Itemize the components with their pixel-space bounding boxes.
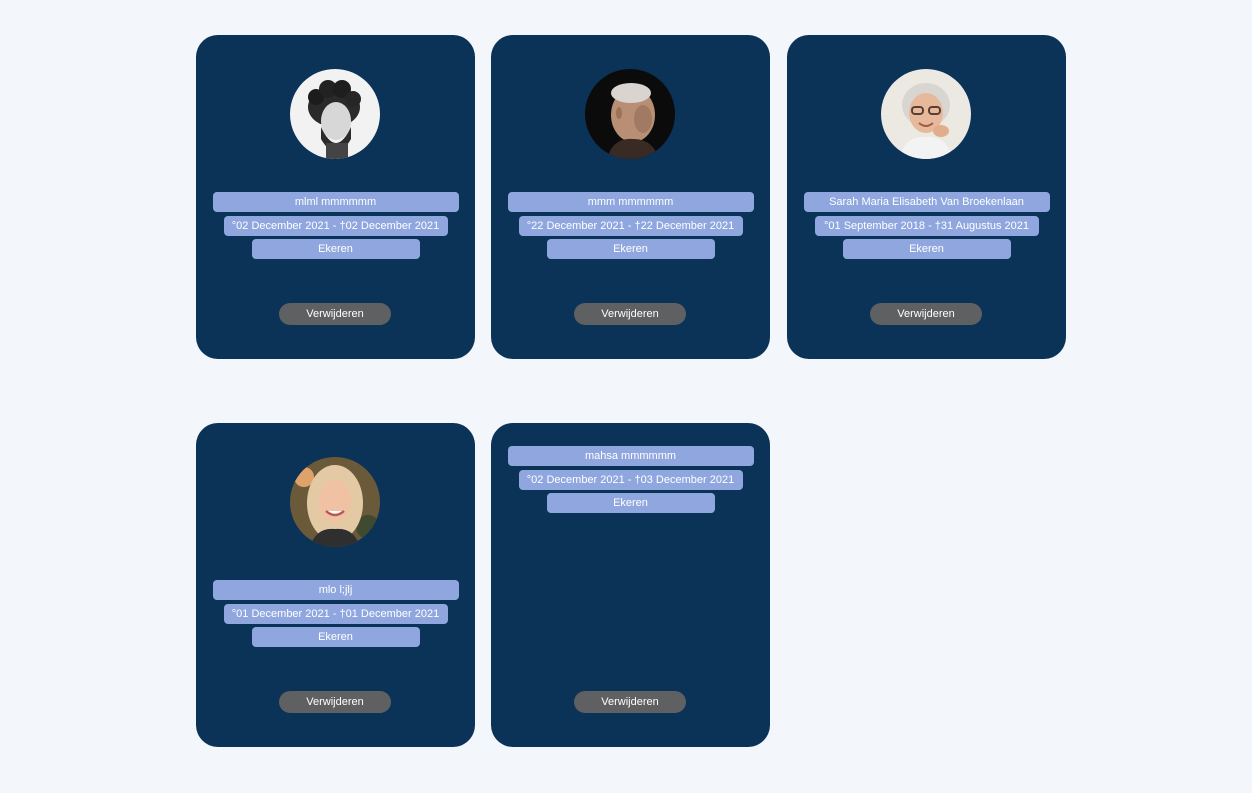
portrait-elderly-woman-icon [881,69,971,159]
deceased-name: mahsa mmmmmm [507,446,754,466]
card-info: mlml mmmmmm °02 December 2021 - †02 Dece… [196,192,475,259]
place: Ekeren [546,239,715,259]
place: Ekeren [251,239,420,259]
place: Ekeren [842,239,1011,259]
place: Ekeren [546,493,715,513]
card-info: mahsa mmmmmm °02 December 2021 - †03 Dec… [491,446,770,513]
avatar-photo [585,69,675,159]
memorial-card: mahsa mmmmmm °02 December 2021 - †03 Dec… [491,423,770,747]
life-dates: °02 December 2021 - †02 December 2021 [223,216,448,236]
portrait-bearded-man-icon [290,69,380,159]
deceased-name: mlo l;jlj [212,580,459,600]
card-info: mlo l;jlj °01 December 2021 - †01 Decemb… [196,580,475,647]
deceased-name: mmm mmmmmm [507,192,754,212]
place: Ekeren [251,627,420,647]
delete-button[interactable]: Verwijderen [870,303,982,325]
delete-button[interactable]: Verwijderen [279,691,391,713]
memorial-card: mmm mmmmmm °22 December 2021 - †22 Decem… [491,35,770,359]
deceased-name: Sarah Maria Elisabeth Van Broekenlaan [803,192,1050,212]
deceased-name: mlml mmmmmm [212,192,459,212]
avatar-photo [290,457,380,547]
delete-button[interactable]: Verwijderen [279,303,391,325]
card-info: Sarah Maria Elisabeth Van Broekenlaan °0… [787,192,1066,259]
portrait-blonde-woman-icon [290,457,380,547]
memorial-card: mlo l;jlj °01 December 2021 - †01 Decemb… [196,423,475,747]
memorial-grid: mlml mmmmmm °02 December 2021 - †02 Dece… [0,0,1252,793]
delete-button[interactable]: Verwijderen [574,303,686,325]
card-info: mmm mmmmmm °22 December 2021 - †22 Decem… [491,192,770,259]
life-dates: °01 December 2021 - †01 December 2021 [223,604,448,624]
avatar-photo [881,69,971,159]
memorial-card: mlml mmmmmm °02 December 2021 - †02 Dece… [196,35,475,359]
memorial-card: Sarah Maria Elisabeth Van Broekenlaan °0… [787,35,1066,359]
life-dates: °22 December 2021 - †22 December 2021 [518,216,743,236]
life-dates: °01 September 2018 - †31 Augustus 2021 [814,216,1039,236]
life-dates: °02 December 2021 - †03 December 2021 [518,470,743,490]
portrait-elderly-man-icon [585,69,675,159]
delete-button[interactable]: Verwijderen [574,691,686,713]
avatar-photo [290,69,380,159]
